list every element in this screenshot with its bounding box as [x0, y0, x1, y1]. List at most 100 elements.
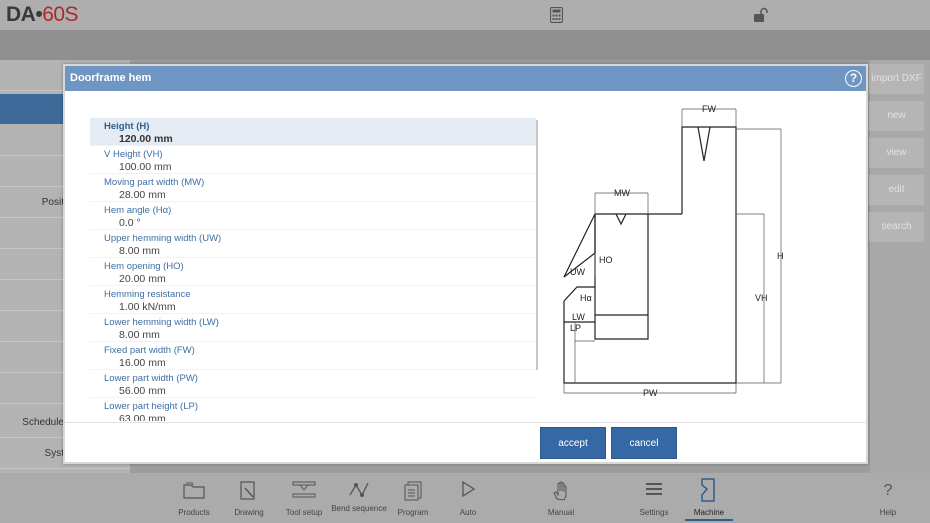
import-dxf-button[interactable]: import DXF — [869, 64, 924, 94]
nav-label: Settings — [639, 508, 669, 517]
parameter-label: Lower part width (PW) — [104, 373, 198, 384]
cancel-button[interactable]: cancel — [611, 427, 677, 459]
parameter-label: Lower hemming width (LW) — [104, 317, 219, 328]
help-icon[interactable]: ? — [845, 70, 862, 87]
view-button[interactable]: view — [869, 138, 924, 168]
parameter-scrollbar[interactable] — [536, 120, 538, 370]
nav-label: Help — [879, 508, 897, 517]
bend-sequence-icon — [348, 479, 370, 504]
dimension-lines — [563, 108, 782, 394]
dim-label-pw: PW — [643, 388, 658, 398]
settings-list-icon — [645, 481, 663, 502]
search-label: search — [881, 221, 912, 232]
play-icon — [461, 480, 476, 502]
parameter-label: Hem angle (Hα) — [104, 205, 172, 216]
top-bar: DA•60S — [0, 0, 930, 30]
nav-label: Bend sequence — [331, 504, 387, 513]
tool-setup-icon — [292, 481, 316, 504]
parameter-label: Height (H) — [104, 121, 150, 132]
accept-button[interactable]: accept — [540, 427, 606, 459]
parameter-label: Lower part height (LP) — [104, 401, 198, 412]
parameter-row[interactable]: Height (H) 120.00 mm — [90, 118, 536, 146]
parameter-row[interactable]: Lower part height (LP) 63.00 mm — [90, 398, 536, 421]
parameter-value[interactable]: 28.00 mm — [119, 189, 166, 201]
dialog-footer-divider — [65, 422, 866, 423]
parameter-row[interactable]: Fixed part width (FW) 16.00 mm — [90, 342, 536, 370]
search-button[interactable]: search — [869, 212, 924, 242]
nav-label: Program — [397, 508, 429, 517]
dialog-title-bar: Doorframe hem ? — [65, 66, 866, 91]
dim-label-ho: HO — [599, 255, 613, 265]
program-icon — [404, 481, 422, 506]
parameter-label: Upper hemming width (UW) — [104, 233, 222, 244]
parameter-value[interactable]: 120.00 mm — [119, 133, 173, 145]
parameter-value[interactable]: 0.0 ° — [119, 217, 141, 229]
nav-label: Drawing — [234, 508, 264, 517]
logo-model: 60S — [42, 3, 79, 26]
nav-products[interactable]: Products — [164, 473, 224, 523]
new-button[interactable]: new — [869, 101, 924, 131]
parameter-row[interactable]: Hemming resistance 1.00 kN/mm — [90, 286, 536, 314]
hem-diagram: FW MW HO UW Hα LW LP H VH PW — [555, 101, 805, 411]
nav-machine[interactable]: Machine — [679, 473, 739, 523]
left-row-label: Schedule — [22, 417, 64, 428]
dim-label-fw: FW — [702, 104, 716, 114]
nav-label: Products — [178, 508, 210, 517]
parameter-row[interactable]: Moving part width (MW) 28.00 mm — [90, 174, 536, 202]
bottom-nav: Products Drawing Tool setup Bend sequenc… — [0, 473, 930, 523]
parameter-label: V Height (VH) — [104, 149, 163, 160]
parameter-label: Hem opening (HO) — [104, 261, 184, 272]
dim-label-lw: LW — [572, 312, 585, 322]
parameter-label: Hemming resistance — [104, 289, 191, 300]
parameter-value[interactable]: 8.00 mm — [119, 245, 160, 257]
parameter-value[interactable]: 56.00 mm — [119, 385, 166, 397]
nav-program[interactable]: Program — [383, 473, 443, 523]
parameter-value[interactable]: 100.00 mm — [119, 161, 172, 173]
parameter-list: Height (H) 120.00 mm V Height (VH) 100.00 m… — [90, 118, 538, 421]
nav-drawing[interactable]: Drawing — [219, 473, 279, 523]
folder-icon — [183, 481, 205, 504]
parameter-value[interactable]: 20.00 mm — [119, 273, 166, 285]
nav-label: Auto — [459, 508, 477, 517]
nav-auto[interactable]: Auto — [438, 473, 498, 523]
nav-settings[interactable]: Settings — [624, 473, 684, 523]
view-label: view — [886, 147, 907, 158]
drawing-icon — [240, 481, 258, 506]
parameter-row[interactable]: Upper hemming width (UW) 8.00 mm — [90, 230, 536, 258]
parameter-value[interactable]: 16.00 mm — [119, 357, 166, 369]
parameter-row[interactable]: Lower hemming width (LW) 8.00 mm — [90, 314, 536, 342]
edit-button[interactable]: edit — [869, 175, 924, 205]
nav-label: Machine — [693, 508, 725, 517]
dim-label-lp: LP — [570, 323, 581, 333]
nav-tool-setup[interactable]: Tool setup — [274, 473, 334, 523]
parameter-value[interactable]: 1.00 kN/mm — [119, 301, 176, 313]
parameter-row[interactable]: Hem angle (Hα) 0.0 ° — [90, 202, 536, 230]
active-underline — [685, 519, 733, 521]
dim-label-h: H — [777, 251, 784, 261]
dim-label-mw: MW — [614, 188, 630, 198]
parameter-value[interactable]: 8.00 mm — [119, 329, 160, 341]
calculator-icon[interactable] — [549, 6, 564, 28]
doorframe-hem-dialog: Doorframe hem ? Height (H) 120.00 mm V Hei… — [63, 64, 868, 464]
nav-bend-sequence[interactable]: Bend sequence — [329, 473, 389, 523]
machine-icon — [700, 478, 718, 507]
dim-label-ha: Hα — [580, 293, 592, 303]
parameter-row[interactable]: V Height (VH) 100.00 mm — [90, 146, 536, 174]
import-dxf-label: import DXF — [871, 73, 922, 84]
parameter-row[interactable]: Hem opening (HO) 20.00 mm — [90, 258, 536, 286]
nav-label: Tool setup — [285, 508, 323, 517]
unlock-icon[interactable] — [753, 7, 769, 28]
parameter-value[interactable]: 63.00 mm — [119, 413, 166, 421]
nav-manual[interactable]: Manual — [531, 473, 591, 523]
dim-label-uw: UW — [570, 267, 585, 277]
nav-help[interactable]: ? Help — [858, 473, 918, 523]
parameter-label: Fixed part width (FW) — [104, 345, 195, 356]
parameter-row[interactable]: Lower part width (PW) 56.00 mm — [90, 370, 536, 398]
dialog-title: Doorframe hem — [70, 72, 152, 84]
help-question-icon: ? — [883, 482, 893, 499]
app-logo: DA•60S — [6, 3, 79, 27]
left-row-label: Posit — [41, 197, 64, 208]
title-strip — [0, 30, 930, 60]
logo-main: DA — [6, 3, 36, 26]
parameter-label: Moving part width (MW) — [104, 177, 205, 188]
